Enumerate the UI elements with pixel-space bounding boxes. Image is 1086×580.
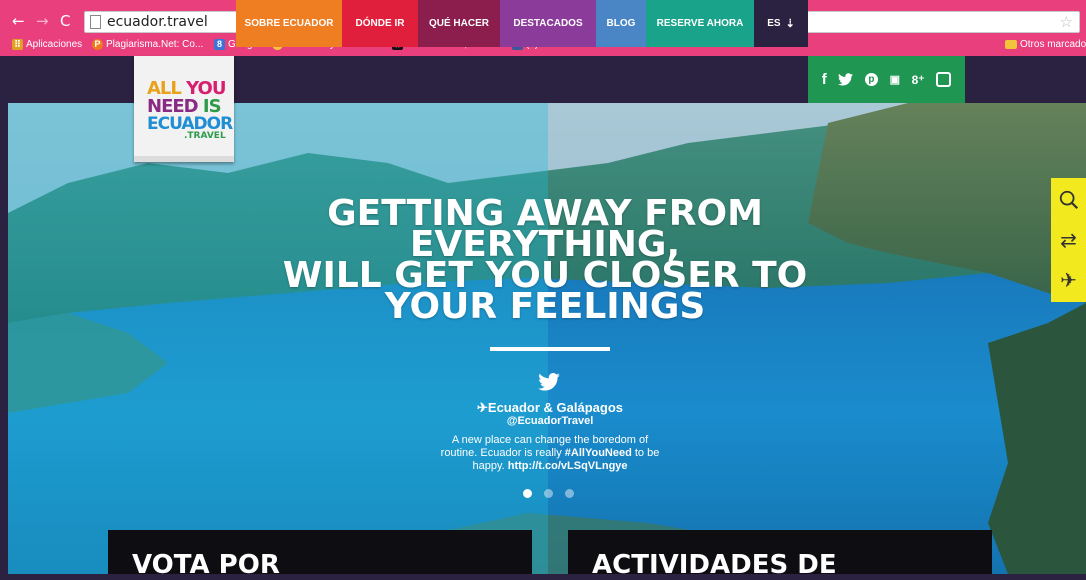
headline-divider bbox=[490, 347, 610, 351]
instagram-icon[interactable] bbox=[936, 72, 952, 87]
twitter-icon[interactable] bbox=[838, 73, 854, 86]
nav-sobre-ecuador[interactable]: SOBRE ECUADOR bbox=[236, 0, 342, 47]
panel-title: VOTA POR bbox=[132, 550, 280, 580]
social-links: f p ▣ 8⁺ bbox=[808, 56, 965, 103]
hero-overlay bbox=[8, 103, 1086, 574]
panel-vota-por[interactable]: VOTA POR bbox=[108, 530, 532, 580]
logo-travel: .TRAVEL bbox=[184, 131, 226, 141]
forward-arrow-icon[interactable]: → bbox=[36, 12, 49, 30]
language-label: ES bbox=[767, 18, 781, 29]
url-text[interactable]: ecuador.travel bbox=[107, 14, 208, 30]
carousel-dot-2[interactable] bbox=[544, 489, 553, 498]
bookmark-label: Aplicaciones bbox=[26, 39, 83, 50]
carousel-dot-3[interactable] bbox=[565, 489, 574, 498]
chevron-down-icon: ⇣ bbox=[785, 18, 795, 30]
tweet-hashtag[interactable]: #AllYouNeed bbox=[565, 447, 632, 459]
page-icon bbox=[90, 15, 101, 29]
side-toolbar: ⇄ ✈ bbox=[1051, 178, 1086, 302]
bookmark-plagiarisma[interactable]: P Plagiarisma.Net: Co... bbox=[92, 39, 203, 50]
carousel-dot-1[interactable] bbox=[523, 489, 532, 498]
google-plus-icon[interactable]: 8⁺ bbox=[912, 73, 925, 87]
bookmark-label: Otros marcado bbox=[1020, 39, 1086, 50]
nav-reserve-ahora[interactable]: RESERVE AHORA bbox=[646, 0, 754, 47]
hero-background bbox=[8, 103, 1086, 574]
site-logo[interactable]: ALL YOU NEED IS ECUADOR .TRAVEL bbox=[134, 56, 234, 162]
bookmark-aplicaciones[interactable]: ⠿ Aplicaciones bbox=[12, 39, 82, 50]
youtube-icon[interactable]: ▣ bbox=[890, 73, 900, 86]
tweet-author[interactable]: ✈Ecuador & Galápagos bbox=[430, 400, 670, 416]
logo-bottom-bar bbox=[134, 156, 234, 162]
google-icon: 8 bbox=[214, 39, 225, 50]
tweet-text-line-1: A new place can change the boredom of bbox=[451, 434, 649, 446]
tweet-text-line-2: routine. Ecuador is really bbox=[440, 447, 565, 459]
bookmark-star-icon[interactable]: ☆ bbox=[1060, 13, 1073, 31]
tweet-text-line-2b: to be bbox=[631, 447, 660, 459]
exchange-icon[interactable]: ⇄ bbox=[1051, 220, 1086, 260]
bookmark-label: Plagiarisma.Net: Co... bbox=[106, 39, 204, 50]
reload-icon[interactable]: C bbox=[60, 12, 70, 30]
carousel-dots bbox=[523, 489, 574, 498]
bookmark-otros[interactable]: Otros marcado bbox=[1005, 39, 1086, 50]
nav-que-hacer[interactable]: QUÉ HACER bbox=[418, 0, 500, 47]
facebook-icon[interactable]: f bbox=[822, 71, 827, 88]
folder-icon bbox=[1005, 40, 1017, 49]
language-selector[interactable]: ES ⇣ bbox=[754, 0, 808, 47]
panel-title: ACTIVIDADES DE bbox=[592, 550, 837, 580]
search-icon[interactable] bbox=[1051, 180, 1086, 220]
plagiarisma-icon: P bbox=[92, 39, 103, 50]
nav-blog[interactable]: BLOG bbox=[596, 0, 646, 47]
apps-grid-icon: ⠿ bbox=[12, 39, 23, 50]
tweet-link[interactable]: http://t.co/vLSqVLngye bbox=[508, 460, 628, 472]
plane-icon[interactable]: ✈ bbox=[1051, 260, 1086, 300]
tweet-text-line-3: happy. bbox=[472, 460, 508, 472]
panel-actividades[interactable]: ACTIVIDADES DE bbox=[568, 530, 992, 580]
nav-destacados[interactable]: DESTACADOS bbox=[500, 0, 596, 47]
hero-headline: GETTING AWAY FROM EVERYTHING, WILL GET Y… bbox=[230, 196, 860, 325]
twitter-bird-icon bbox=[538, 373, 560, 391]
nav-donde-ir[interactable]: DÓNDE IR bbox=[342, 0, 418, 47]
back-arrow-icon[interactable]: ← bbox=[12, 12, 25, 30]
tweet-text: A new place can change the boredom of ro… bbox=[415, 434, 685, 473]
tweet-handle[interactable]: @EcuadorTravel bbox=[430, 415, 670, 427]
pinterest-icon[interactable]: p bbox=[864, 73, 878, 86]
